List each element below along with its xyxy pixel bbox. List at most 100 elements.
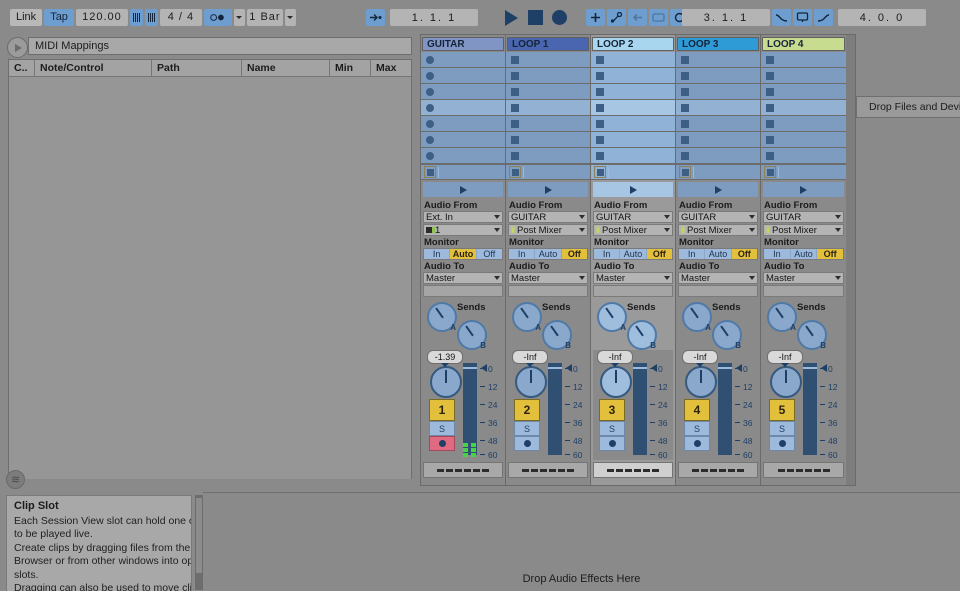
clip-launch-icon[interactable]: [766, 88, 774, 96]
volume-fader[interactable]: [548, 363, 562, 455]
key-map-icon[interactable]: [607, 9, 626, 26]
solo-button[interactable]: S: [514, 421, 540, 436]
clip-slot[interactable]: [506, 116, 590, 132]
volume-value[interactable]: -Inf: [512, 350, 548, 364]
arm-record-button[interactable]: [769, 436, 795, 451]
back-to-arrangement-icon[interactable]: [628, 9, 647, 26]
column-header-name[interactable]: Name: [242, 60, 330, 76]
scene-launch-button[interactable]: [508, 182, 588, 197]
clip-launch-icon[interactable]: [511, 136, 519, 144]
track-stop-row[interactable]: [591, 164, 675, 180]
track-device-strip[interactable]: [593, 462, 673, 478]
input-channel-select[interactable]: iiPost Mixer: [678, 224, 758, 236]
clip-launch-icon[interactable]: [426, 56, 434, 64]
clip-launch-icon[interactable]: [511, 56, 519, 64]
audio-from-select[interactable]: GUITAR: [593, 211, 673, 223]
monitor-option-off[interactable]: Off: [647, 249, 672, 259]
tap-tempo-button[interactable]: Tap: [44, 9, 74, 26]
help-view-scrollbar[interactable]: [195, 495, 203, 590]
clip-slot[interactable]: [421, 132, 505, 148]
clip-slot[interactable]: [676, 52, 760, 68]
record-icon[interactable]: [548, 9, 570, 26]
clip-slot[interactable]: [761, 116, 846, 132]
midi-mappings-body[interactable]: [9, 77, 411, 479]
pan-knob[interactable]: [430, 366, 462, 398]
clip-slot[interactable]: [676, 148, 760, 164]
clip-launch-icon[interactable]: [426, 88, 434, 96]
monitor-option-auto[interactable]: Auto: [450, 249, 476, 259]
input-channel-select[interactable]: 1: [423, 224, 503, 236]
track-stop-row[interactable]: [506, 164, 590, 180]
volume-fader[interactable]: [463, 363, 477, 455]
stop-clip-icon[interactable]: [424, 166, 436, 178]
clip-launch-icon[interactable]: [596, 152, 604, 160]
arrangement-position-field[interactable]: 1. 1. 1: [390, 9, 478, 26]
clip-slot[interactable]: [676, 84, 760, 100]
audio-to-select[interactable]: Master: [593, 272, 673, 284]
send-a-knob[interactable]: A: [767, 302, 797, 332]
track-activator-button[interactable]: 4: [684, 399, 710, 421]
clip-launch-icon[interactable]: [426, 104, 434, 112]
clip-slot[interactable]: [506, 148, 590, 164]
output-channel-select[interactable]: [763, 285, 844, 297]
input-channel-select[interactable]: iiPost Mixer: [763, 224, 844, 236]
clip-slot[interactable]: [591, 148, 675, 164]
track-device-strip[interactable]: [508, 462, 588, 478]
monitor-option-in[interactable]: In: [764, 249, 791, 259]
audio-to-select[interactable]: Master: [678, 272, 758, 284]
monitor-option-auto[interactable]: Auto: [620, 249, 646, 259]
track-stop-row[interactable]: [421, 164, 505, 180]
send-b-knob[interactable]: B: [457, 320, 487, 350]
clip-slot[interactable]: [676, 68, 760, 84]
clip-launch-icon[interactable]: [766, 120, 774, 128]
tempo-field[interactable]: 120.00: [76, 9, 128, 26]
volume-value[interactable]: -Inf: [682, 350, 718, 364]
monitor-option-in[interactable]: In: [679, 249, 705, 259]
monitor-option-in[interactable]: In: [509, 249, 535, 259]
clip-launch-icon[interactable]: [681, 136, 689, 144]
clip-slot[interactable]: [421, 84, 505, 100]
volume-fader[interactable]: [803, 363, 817, 455]
arm-record-button[interactable]: [599, 436, 625, 451]
volume-value[interactable]: -Inf: [597, 350, 633, 364]
monitor-option-auto[interactable]: Auto: [705, 249, 731, 259]
clip-launch-icon[interactable]: [766, 152, 774, 160]
clip-launch-icon[interactable]: [426, 120, 434, 128]
clip-launch-icon[interactable]: [596, 120, 604, 128]
midi-mappings-table[interactable]: C.. Note/Control Path Name Min Max: [8, 59, 412, 479]
clip-slot[interactable]: [676, 132, 760, 148]
drop-audio-effects-area[interactable]: Drop Audio Effects Here: [203, 493, 960, 591]
track-name-4[interactable]: LOOP 3: [677, 37, 759, 51]
volume-value[interactable]: -Inf: [767, 350, 803, 364]
volume-fader[interactable]: [718, 363, 732, 455]
clip-launch-icon[interactable]: [681, 88, 689, 96]
follow-icon[interactable]: [204, 9, 232, 26]
audio-to-select[interactable]: Master: [508, 272, 588, 284]
follow-chevron-down-icon[interactable]: [234, 9, 245, 26]
input-channel-select[interactable]: iiPost Mixer: [508, 224, 588, 236]
stop-icon[interactable]: [524, 9, 546, 26]
send-b-knob[interactable]: B: [797, 320, 827, 350]
volume-value[interactable]: -1.39: [427, 350, 463, 364]
scene-launch-button[interactable]: [678, 182, 758, 197]
solo-button[interactable]: S: [684, 421, 710, 436]
clip-launch-icon[interactable]: [681, 104, 689, 112]
audio-from-select[interactable]: Ext. In: [423, 211, 503, 223]
clip-launch-icon[interactable]: [596, 56, 604, 64]
clip-slot[interactable]: [591, 116, 675, 132]
clip-slot[interactable]: [421, 68, 505, 84]
arm-record-button[interactable]: [684, 436, 710, 451]
output-channel-select[interactable]: [593, 285, 673, 297]
clip-slot[interactable]: [506, 52, 590, 68]
clip-launch-icon[interactable]: [426, 72, 434, 80]
clip-launch-icon[interactable]: [426, 152, 434, 160]
link-button[interactable]: Link: [10, 9, 42, 26]
output-channel-select[interactable]: [508, 285, 588, 297]
clip-launch-icon[interactable]: [766, 72, 774, 80]
punch-out-icon[interactable]: [814, 9, 833, 26]
clip-launch-icon[interactable]: [511, 72, 519, 80]
track-name-1[interactable]: GUITAR: [422, 37, 504, 51]
time-signature-field[interactable]: 4 / 4: [160, 9, 202, 26]
clip-slot[interactable]: [761, 100, 846, 116]
clip-slot[interactable]: [506, 100, 590, 116]
